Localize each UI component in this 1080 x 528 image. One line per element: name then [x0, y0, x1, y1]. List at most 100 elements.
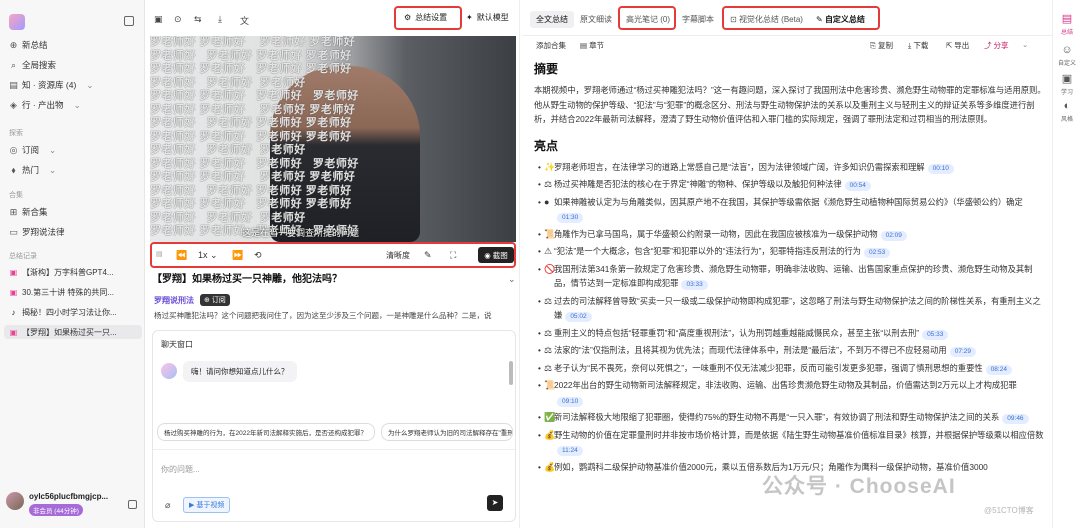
highlight-emoji-icon: ⚖ [544, 327, 553, 338]
timestamp-badge[interactable]: 09:46 [1002, 414, 1029, 424]
timestamp-badge[interactable]: 01:30 [557, 213, 584, 223]
timestamp-badge[interactable]: 03:33 [681, 280, 708, 290]
chat-window: 聊天窗口 嗨！请问你想知道点儿什么？ 杨过购买神雕的行为，在2022年新司法解释… [152, 330, 516, 522]
export-button[interactable]: ⇱ 导出 [946, 40, 969, 51]
highlight-emoji-icon: 📜 [544, 380, 556, 390]
export-icon: ⇱ [946, 41, 953, 50]
timestamp-badge[interactable]: 08:24 [985, 364, 1012, 375]
tab-visual-summary[interactable]: ⊡ 视觉化总结 (Beta) [730, 14, 803, 25]
history-item[interactable]: ♪ 揭秘！四小时学习法让你... [9, 305, 139, 319]
chevron-down-icon: ⌄ [49, 144, 57, 155]
highlight-item: ● 如果神雕被认定为与角雕类似，因其原产地不在我国，其保护等级需依据《濒危野生动植… [534, 195, 1046, 224]
more-icon[interactable]: ⌄ [1022, 40, 1028, 49]
sparkle-icon: ✦ [466, 13, 473, 22]
bilibili-icon: ▣ [9, 287, 18, 297]
highlight-item: ⚖老子认为“民不畏死，奈何以死惧之”，一味重刑不仅无法减少犯罪，反而可能引发更多… [534, 361, 1046, 376]
sidebar-collapse-icon[interactable] [124, 16, 134, 26]
user-icon: ☺ [1061, 44, 1073, 56]
highlight-text: 罗翔老师坦言，在法律学习的道路上常感自己是“法盲”，因为法律领域广阔，许多知识仍… [554, 161, 925, 172]
download-icon[interactable]: ⤓ [218, 14, 222, 25]
rail-learn[interactable]: ▣ 学习 [1057, 72, 1077, 96]
video-player[interactable]: 罗老师好 罗老师好 罗老师好 罗老师好 罗老师好 罗老师好 罗老师好 罗老师好 … [150, 36, 516, 242]
chat-scrollbar[interactable] [509, 361, 513, 385]
highlight-item: ⚖法家的“法”仅指刑法，且将其视为优先法；而现代法律体系中，刑法是“最后法”，不… [534, 343, 1046, 358]
brush-icon[interactable]: ✎ [424, 250, 432, 261]
swap-icon[interactable]: ⇆ [194, 14, 202, 25]
plus-icon: ⊕ [9, 39, 18, 50]
highlight-item: ✅新司法解释极大地限缩了犯罪圈，使得约75%的野生动物不再是“一只入罪”，有效协… [534, 410, 1046, 425]
timestamp-badge[interactable]: 07:29 [949, 347, 976, 357]
sidebar-item-output[interactable]: ◈ 行 · 产出物 ⌄ [9, 98, 81, 112]
timestamp-badge[interactable]: 02:09 [880, 230, 907, 241]
timestamp-badge[interactable]: 05:33 [922, 329, 949, 340]
timestamp-badge[interactable]: 02:53 [863, 248, 891, 258]
sidebar-item-luoxiang-collection[interactable]: ▭ 罗翔说法律 [9, 225, 64, 239]
sidebar-item-library[interactable]: ▤ 知 · 资源库 (4) ⌄ [9, 78, 93, 92]
add-collection-button[interactable]: 添加合集 [536, 40, 566, 51]
based-on-video-button[interactable]: ▶ 基于视频 [183, 497, 231, 513]
sidebar-item-subscribe[interactable]: ◎ 订阅 ⌄ [9, 143, 57, 157]
user-profile[interactable]: oylc56plucfbmgjcp... 非会员 (44分钟) [6, 492, 137, 516]
comment-icon[interactable]: ▣ [154, 14, 163, 25]
screenshot-button[interactable]: ◉ 截图 [478, 247, 514, 263]
forward-icon[interactable]: ⏩ [232, 250, 243, 261]
send-button[interactable]: ➤ [487, 495, 503, 511]
timestamp-badge[interactable]: 05:02 [565, 312, 592, 322]
sidebar-item-global-search[interactable]: ⌕ 全局搜索 [9, 58, 56, 72]
paperclip-icon[interactable]: ⌀ [165, 500, 170, 511]
timestamp-badge[interactable]: 00:10 [927, 163, 954, 174]
tab-full-summary[interactable]: 全文总结 [530, 11, 574, 28]
history-item[interactable]: ▣ 30.第三十讲 特殊的共同... [9, 285, 139, 299]
playback-speed[interactable]: 1x ⌄ [198, 250, 218, 261]
suggested-question[interactable]: 为什么罗翔老师认为旧的司法解释存在"重刑 [381, 423, 513, 441]
expand-panel-icon[interactable] [128, 500, 137, 509]
subscribe-button[interactable]: ⊕ 订阅 [200, 294, 230, 306]
timestamp-badge[interactable]: 11:24 [557, 446, 583, 456]
tab-transcript[interactable]: 字幕脚本 [682, 14, 714, 25]
rail-summary[interactable]: ▤ 总结 [1053, 8, 1080, 38]
sidebar-item-hot[interactable]: ⬧ 热门 ⌄ [9, 163, 56, 177]
clarity-button[interactable]: 清晰度 [386, 250, 410, 261]
timestamp-badge[interactable]: 00:54 [844, 181, 871, 191]
channel-name[interactable]: 罗翔说刑法 [154, 295, 194, 306]
subtitle-toggle-icon[interactable]: ▤ [156, 250, 163, 258]
chapter-button[interactable]: ▤ 章节 [580, 40, 604, 51]
sidebar-item-new-summary[interactable]: ⊕ 新总结 [9, 38, 48, 52]
highlight-text: “犯法”是一个大概念，包含“犯罪”和犯罪以外的“违法行为”，犯罪特指违反刑法的行… [554, 246, 861, 256]
summary-content: 摘要 本期视频中，罗翔老师通过“杨过买神雕犯法吗？”这一有趣问题，深入探讨了我国… [534, 56, 1046, 528]
tab-custom-summary[interactable]: ✎ 自定义总结 [816, 14, 865, 25]
summary-settings-button[interactable]: ⚙ 总结设置 [404, 12, 447, 23]
chat-input[interactable]: 你的问题... [161, 464, 200, 475]
play-circle-icon[interactable]: ⊙ [174, 14, 182, 25]
chevron-down-icon[interactable]: ⌄ [508, 274, 516, 285]
tab-original-reading[interactable]: 原文细读 [580, 14, 612, 25]
abstract-text: 本期视频中，罗翔老师通过“杨过买神雕犯法吗？”这一有趣问题，深入探讨了我国刑法中… [534, 85, 1046, 124]
highlight-text: 重刑主义的特点包括“轻罪重罚”和“高度重视刑法”，认为刑罚越重越能威慑民众，甚至… [554, 327, 920, 338]
video-controls: ▤ ⏪ 1x ⌄ ⏩ ⟲ 清晰度 ✎ ⛶ ◉ 截图 [150, 242, 516, 268]
rewind-icon[interactable]: ⏪ [176, 250, 187, 261]
translate-icon[interactable]: 文 [240, 14, 249, 27]
download-button[interactable]: ⤓ 下载 [908, 40, 928, 51]
tab-highlight-notes[interactable]: 高光笔记 (0) [626, 14, 670, 25]
highlight-text: 如果神雕被认定为与角雕类似，因其原产地不在我国，其保护等级需依据《濒危野生动植物… [554, 196, 1023, 207]
page-watermark: 公众号 · ChooseAI [762, 475, 956, 498]
highlight-item: 💰野生动物的价值在定罪量刑时并非按市场价格计算，而是依据《陆生野生动物基准价值标… [534, 428, 1046, 457]
history-section-title: 总结记录 [9, 253, 37, 260]
folder-icon: ▭ [9, 226, 18, 237]
highlight-text: 新司法解释极大地限缩了犯罪圈，使得约75%的野生动物不再是“一只入罪”，有效协调… [554, 412, 1000, 422]
loop-icon[interactable]: ⟲ [254, 250, 262, 261]
default-model-button[interactable]: ✦ 默认模型 [466, 12, 509, 23]
sidebar-item-new-collection[interactable]: ⊞ 新合集 [9, 205, 48, 219]
suggested-question[interactable]: 杨过购买神雕的行为，在2022年新司法解释实施后，是否还构成犯罪？ [157, 423, 375, 441]
rail-style[interactable]: ◐ 风格 [1057, 100, 1077, 123]
username: oylc56plucfbmgjcp... [29, 492, 109, 501]
history-item-active[interactable]: ▣ 【罗翔】如果杨过买一只... [4, 325, 142, 339]
timestamp-badge[interactable]: 09:10 [557, 396, 584, 407]
history-item[interactable]: ▣ 【渐构】万字科普GPT4... [9, 265, 139, 279]
copy-button[interactable]: ⎘ 复制 [870, 40, 893, 51]
share-button[interactable]: ⤴ 分享 [984, 40, 1009, 51]
fullscreen-icon[interactable]: ⛶ [450, 250, 456, 261]
summary-tabs: 全文总结 原文细读 高光笔记 (0) 字幕脚本 ⊡ 视觉化总结 (Beta) ✎… [522, 0, 1052, 36]
download-icon: ⤓ [908, 40, 912, 50]
rail-custom[interactable]: ☺ 自定义 [1057, 44, 1077, 67]
